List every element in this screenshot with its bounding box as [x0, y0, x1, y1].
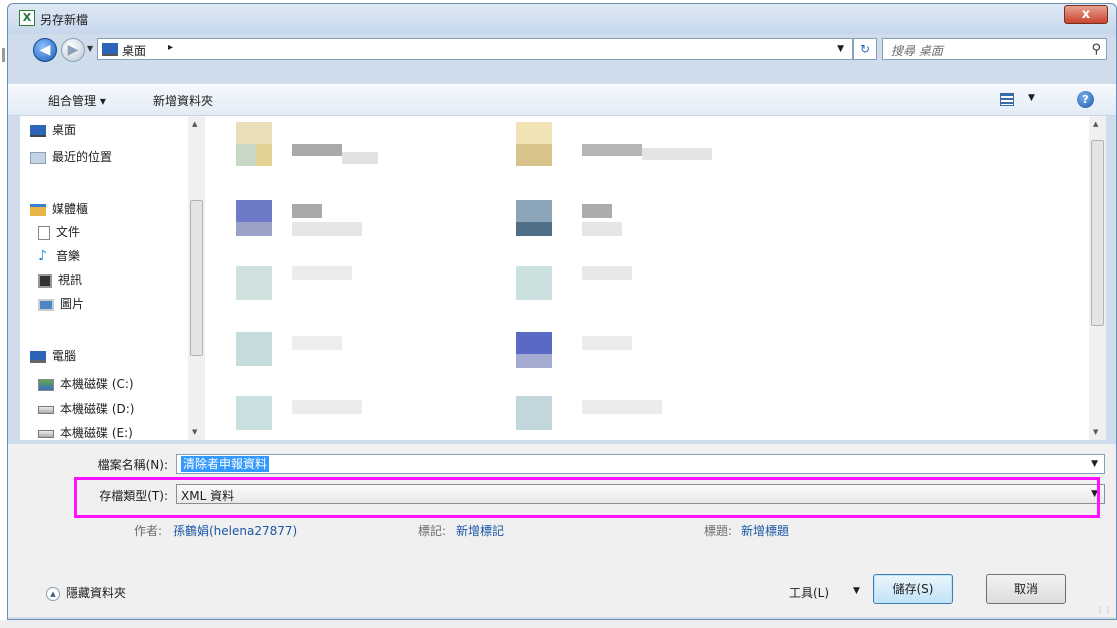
chevron-up-icon: ▲: [46, 586, 60, 601]
filename-input[interactable]: 清除者申報資料 ▼: [176, 454, 1105, 474]
desktop-icon: [30, 124, 46, 137]
sidebar-item-video[interactable]: 視訊: [38, 270, 82, 290]
file-item-blurred[interactable]: [232, 332, 492, 384]
views-dropdown-icon[interactable]: ▼: [1028, 93, 1035, 103]
command-bar: 組合管理 ▾ 新增資料夾 ▼ ?: [8, 84, 1116, 116]
scroll-up-arrow-icon[interactable]: ▲: [192, 120, 197, 128]
filename-dropdown-icon[interactable]: ▼: [1091, 459, 1098, 469]
file-item-blurred[interactable]: [232, 266, 492, 318]
file-list-scroll-thumb[interactable]: [1091, 140, 1104, 326]
background-window-edge-bottom: [0, 620, 1117, 628]
search-icon[interactable]: ⚲: [1091, 42, 1101, 57]
hide-folders-button[interactable]: ▲ 隱藏資料夾: [46, 584, 126, 601]
file-item-blurred[interactable]: [512, 332, 772, 384]
computer-icon: [30, 350, 46, 363]
views-icon[interactable]: [1000, 93, 1014, 106]
author-value[interactable]: 孫鶴娟(helena27877): [173, 522, 297, 539]
libraries-icon: [30, 203, 46, 216]
address-bar[interactable]: 桌面 ▸ ▼: [97, 38, 853, 60]
scroll-up-arrow-icon[interactable]: ▲: [1093, 120, 1098, 128]
sidebar-item-computer[interactable]: 電腦: [30, 346, 76, 366]
sidebar-item-drive-e[interactable]: 本機磁碟 (E:): [38, 423, 133, 440]
sidebar-item-drive-c[interactable]: 本機磁碟 (C:): [38, 374, 134, 394]
sidebar-item-documents[interactable]: 文件: [38, 222, 80, 242]
sidebar-item-libraries[interactable]: 媒體櫃: [30, 199, 88, 219]
new-folder-button[interactable]: 新增資料夾: [153, 92, 213, 109]
save-button[interactable]: 儲存(S): [873, 574, 953, 604]
forward-button[interactable]: ▶: [61, 38, 85, 62]
file-item-blurred[interactable]: [232, 200, 492, 252]
tools-button[interactable]: 工具(L): [789, 584, 829, 601]
help-icon[interactable]: ?: [1077, 91, 1094, 108]
address-dropdown-icon[interactable]: ▼: [837, 44, 844, 54]
search-placeholder: 搜尋 桌面: [891, 44, 943, 58]
file-list: [208, 116, 1089, 440]
refresh-button[interactable]: ↻: [853, 38, 877, 60]
navigation-pane: 桌面 最近的位置 媒體櫃 文件 ♪ 音樂 視訊 圖片 電腦 本機磁碟 (C:) 本…: [20, 116, 208, 440]
sidebar-item-pictures[interactable]: 圖片: [38, 294, 84, 314]
scroll-down-arrow-icon[interactable]: ▼: [192, 428, 197, 436]
title-bar[interactable]: X 另存新檔 x: [8, 4, 1116, 34]
sidebar-item-recent[interactable]: 最近的位置: [30, 147, 112, 167]
tags-label: 標記:: [418, 524, 447, 538]
pictures-icon: [38, 298, 54, 311]
file-item-blurred[interactable]: [512, 396, 772, 440]
excel-icon: X: [19, 10, 35, 26]
background-window-edge: [0, 0, 7, 628]
sidebar-item-music[interactable]: ♪ 音樂: [38, 246, 80, 266]
address-location[interactable]: 桌面: [122, 42, 146, 59]
file-item-blurred[interactable]: [232, 122, 492, 174]
filename-label: 檔案名稱(N):: [97, 458, 168, 472]
desktop-icon: [102, 43, 118, 56]
dialog-title: 另存新檔: [40, 13, 89, 27]
back-button[interactable]: ◀: [33, 38, 57, 62]
sidebar-item-desktop[interactable]: 桌面: [30, 120, 76, 140]
organize-button[interactable]: 組合管理 ▾: [48, 92, 106, 109]
tags-value[interactable]: 新增標記: [456, 522, 504, 539]
tools-dropdown-icon[interactable]: ▼: [853, 586, 860, 596]
history-dropdown-icon[interactable]: ▼: [87, 44, 93, 53]
video-icon: [38, 273, 52, 288]
cancel-button[interactable]: 取消: [986, 574, 1066, 604]
navigation-scrollbar[interactable]: ▲ ▼: [188, 116, 205, 440]
drive-d-icon: [38, 405, 54, 414]
navigation-row: ◀ ▶ ▼ 桌面 ▸ ▼ ↻ 搜尋 桌面 ⚲: [8, 34, 1116, 66]
title-value[interactable]: 新增標題: [741, 522, 789, 539]
search-input[interactable]: 搜尋 桌面 ⚲: [882, 38, 1107, 60]
scroll-down-arrow-icon[interactable]: ▼: [1093, 428, 1098, 436]
filename-value[interactable]: 清除者申報資料: [181, 456, 270, 472]
edge-mark: [2, 48, 5, 62]
file-item-blurred[interactable]: [512, 266, 772, 318]
breadcrumb-arrow-icon[interactable]: ▸: [168, 42, 173, 53]
navigation-scroll-thumb[interactable]: [190, 200, 203, 356]
title-label: 標題:: [704, 524, 733, 538]
save-options-panel: 檔案名稱(N): 清除者申報資料 ▼ 存檔類型(T): XML 資料 ▼ 作者:…: [8, 444, 1116, 617]
author-label: 作者:: [134, 524, 163, 538]
close-button[interactable]: x: [1064, 5, 1108, 24]
filetype-highlight-box: [74, 477, 1100, 518]
file-item-blurred[interactable]: [232, 396, 492, 440]
resize-grip-icon[interactable]: ⋮⋮: [1096, 606, 1112, 615]
drive-c-icon: [38, 378, 54, 391]
recent-places-icon: [30, 151, 46, 164]
music-icon: ♪: [38, 247, 47, 264]
file-item-blurred[interactable]: [512, 200, 772, 252]
sidebar-item-drive-d[interactable]: 本機磁碟 (D:): [38, 399, 134, 419]
documents-icon: [38, 225, 50, 240]
drive-e-icon: [38, 429, 54, 438]
file-item-blurred[interactable]: [512, 122, 772, 174]
file-list-scrollbar[interactable]: ▲ ▼: [1089, 116, 1106, 440]
